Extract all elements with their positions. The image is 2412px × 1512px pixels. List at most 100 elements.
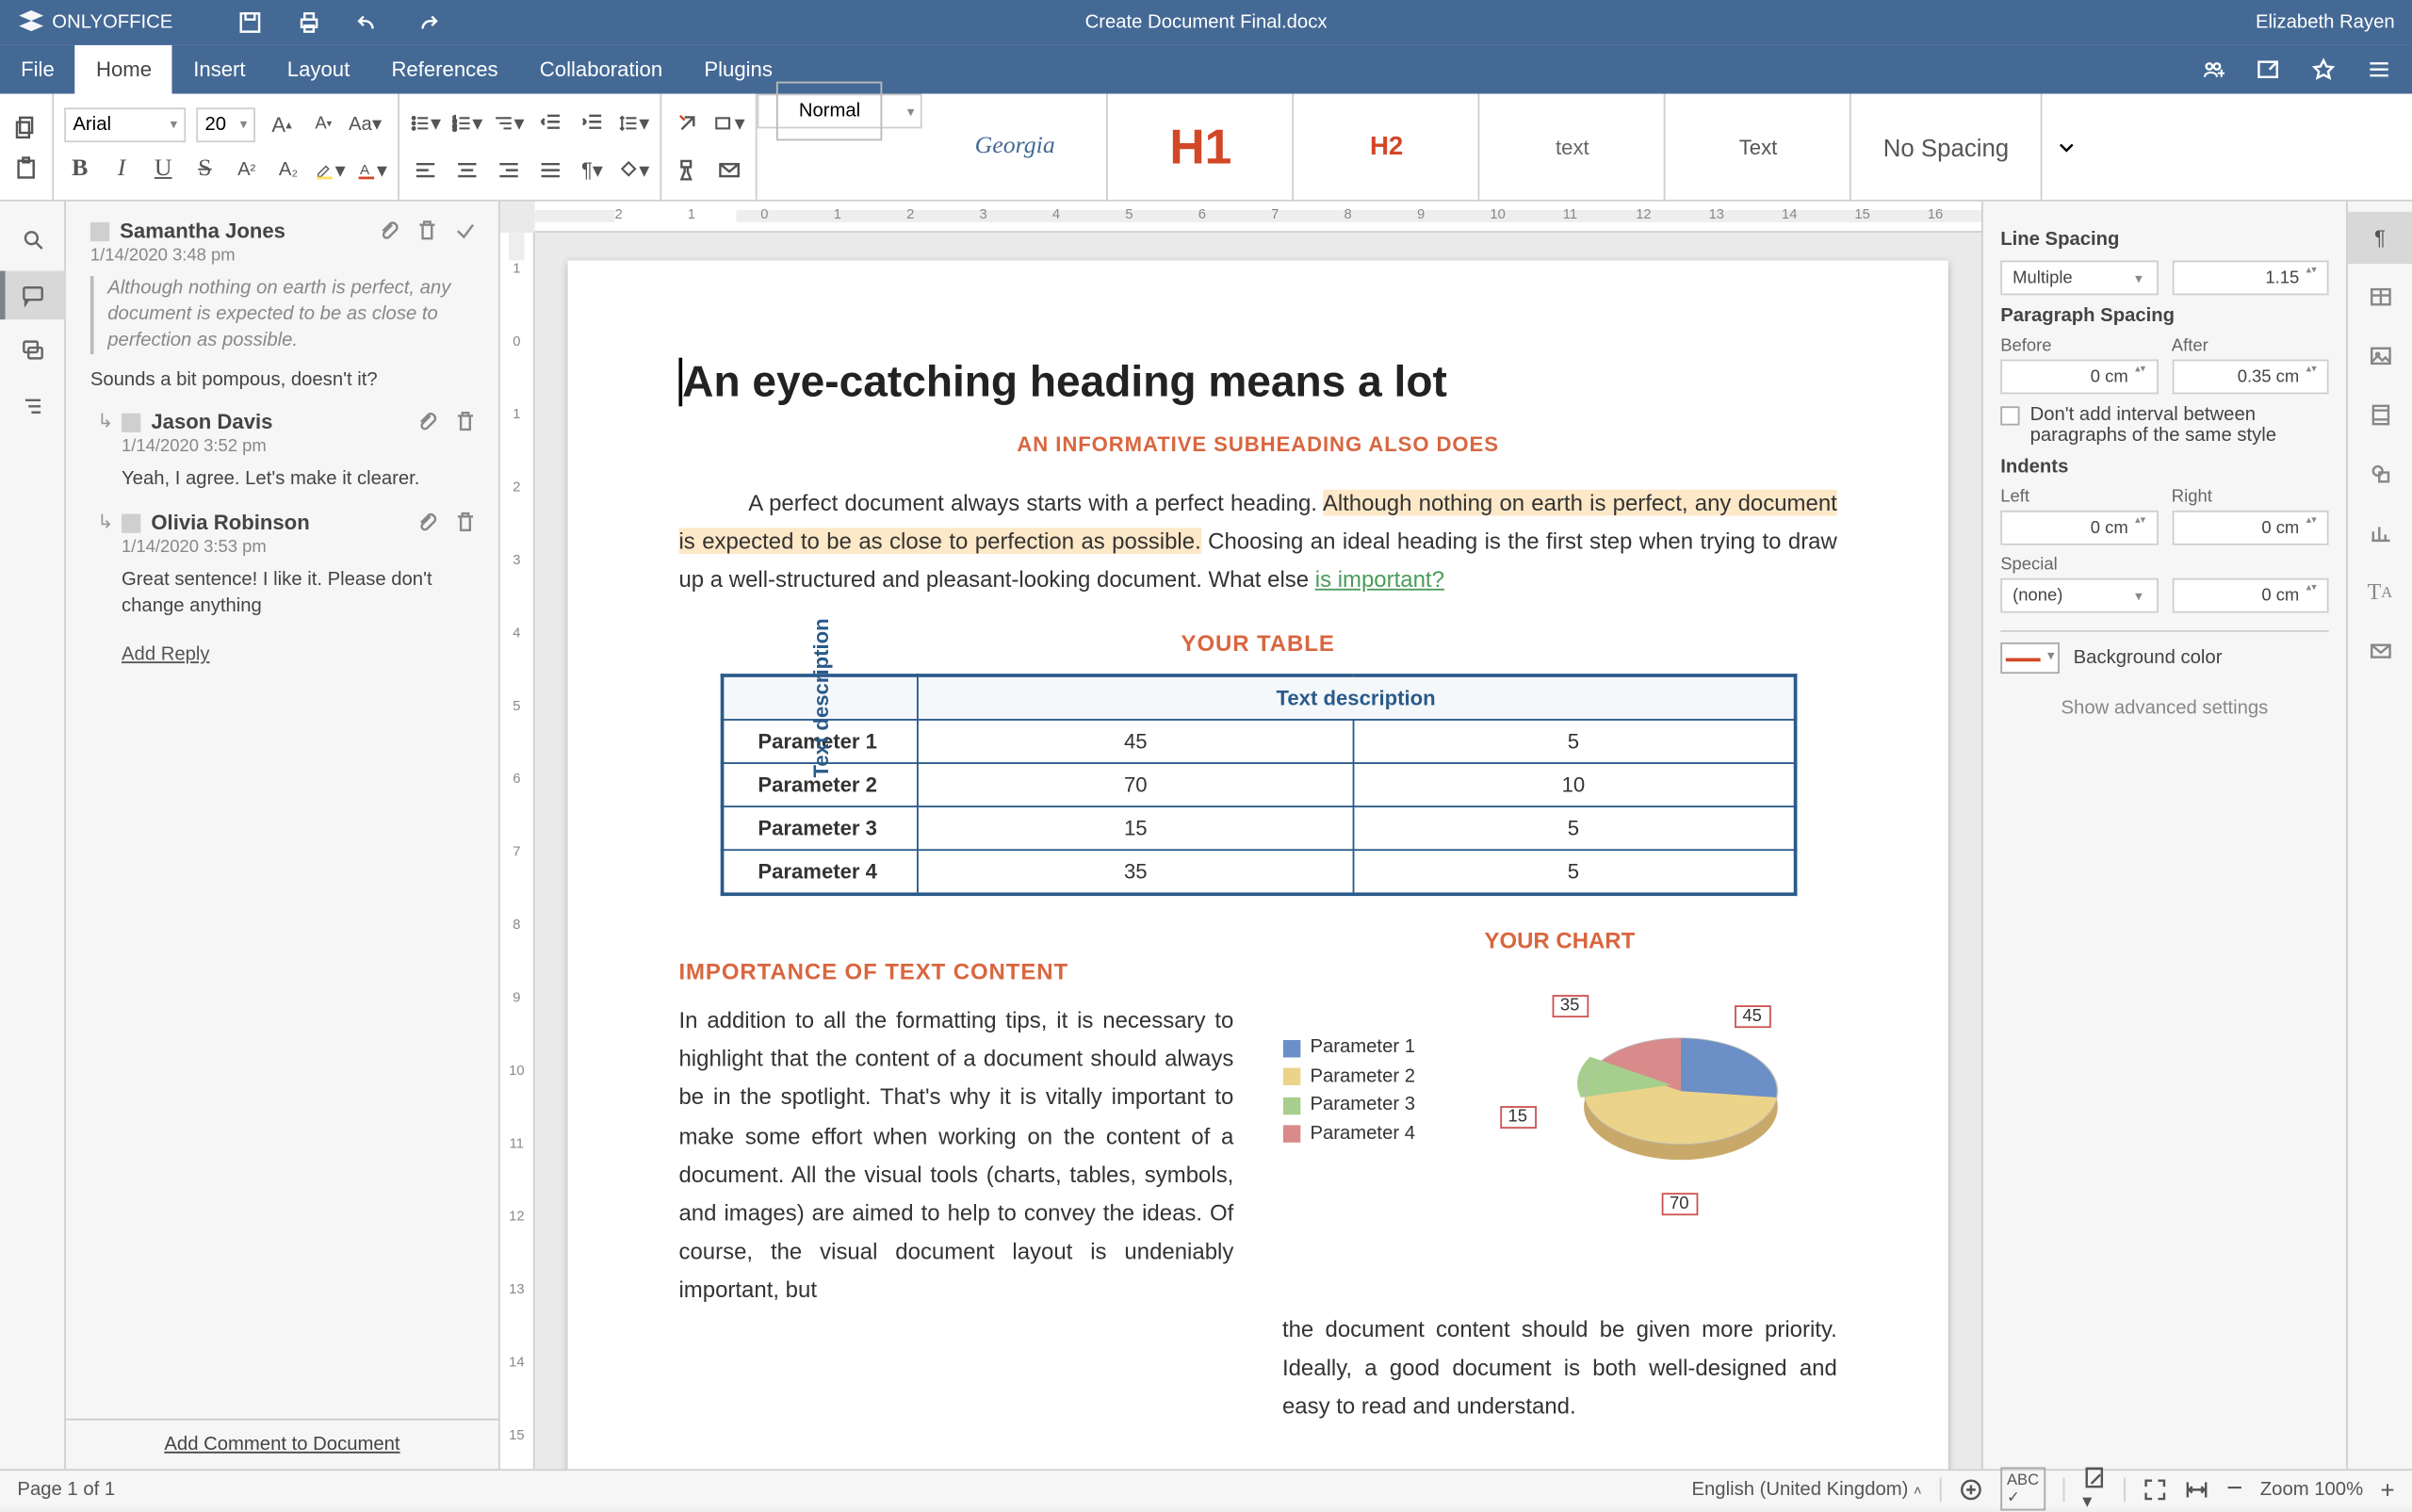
page-scroll-area[interactable]: An eye-catching heading means a lot AN I…: [535, 233, 1981, 1469]
special-mode[interactable]: (none): [2000, 578, 2158, 613]
clear-style-icon[interactable]: [672, 108, 703, 139]
style-nospacing[interactable]: No Spacing: [1852, 94, 2043, 200]
table-row[interactable]: Parameter 3155: [722, 807, 1795, 851]
align-justify-button[interactable]: [535, 154, 566, 186]
track-changes-icon[interactable]: ABC✓: [2000, 1467, 2046, 1510]
textart-settings-icon[interactable]: TA: [2347, 566, 2412, 618]
font-name-select[interactable]: Arial: [64, 107, 186, 142]
underline-button[interactable]: U: [148, 154, 179, 186]
align-center-button[interactable]: [451, 154, 482, 186]
tab-home[interactable]: Home: [75, 45, 172, 94]
table-row[interactable]: Parameter 1455: [722, 720, 1795, 763]
vertical-ruler[interactable]: 101234567891011121314151617: [500, 233, 535, 1469]
style-text[interactable]: Text: [1666, 94, 1851, 200]
resolve-icon[interactable]: [453, 219, 478, 243]
zoom-level[interactable]: Zoom 100%: [2260, 1478, 2363, 1499]
doc-paragraph-2[interactable]: In addition to all the formatting tips, …: [679, 1002, 1234, 1309]
add-comment-link[interactable]: Add Comment to Document: [164, 1434, 399, 1455]
attach-icon[interactable]: [377, 219, 401, 243]
zoom-in-icon[interactable]: +: [2381, 1475, 2395, 1503]
chart-pie[interactable]: Parameter 1 Parameter 2 Parameter 3 Para…: [1282, 964, 1837, 1311]
line-spacing-mode[interactable]: Multiple: [2000, 260, 2158, 295]
paste-icon[interactable]: [10, 152, 41, 183]
table-row[interactable]: Parameter 4355: [722, 851, 1795, 895]
print-icon[interactable]: [298, 10, 322, 35]
increase-font-icon[interactable]: A▴: [266, 109, 297, 140]
advanced-settings-link[interactable]: Show advanced settings: [2000, 698, 2328, 719]
table-settings-icon[interactable]: [2347, 271, 2412, 323]
doc-heading-1[interactable]: An eye-catching heading means a lot: [679, 358, 1837, 408]
add-reply-link[interactable]: Add Reply: [122, 644, 210, 665]
copy-icon[interactable]: [10, 110, 41, 141]
doc-mode-icon[interactable]: ▾: [2082, 1466, 2107, 1512]
style-text-lower[interactable]: text: [1480, 94, 1666, 200]
delete-icon[interactable]: [453, 411, 478, 435]
mailmerge-icon[interactable]: [714, 154, 745, 186]
fit-page-icon[interactable]: [2143, 1477, 2168, 1502]
multilevel-button[interactable]: ▾: [493, 108, 524, 139]
spellcheck-icon[interactable]: [1958, 1477, 1982, 1502]
header-footer-icon[interactable]: [2347, 389, 2412, 441]
language-indicator[interactable]: English (United Kingdom) ˄: [1691, 1478, 1921, 1499]
tab-collaboration[interactable]: Collaboration: [519, 45, 684, 94]
doc-subheading[interactable]: AN INFORMATIVE SUBHEADING ALSO DOES: [679, 432, 1837, 457]
delete-icon[interactable]: [453, 511, 478, 535]
font-color-button[interactable]: A▾: [356, 154, 387, 186]
line-spacing-button[interactable]: ▾: [618, 108, 649, 139]
redo-icon[interactable]: [416, 10, 440, 35]
favorite-icon[interactable]: [2311, 57, 2336, 82]
line-spacing-value[interactable]: 1.15▴▾: [2172, 260, 2329, 295]
doc-link[interactable]: is important?: [1315, 566, 1444, 593]
menu-icon[interactable]: [2367, 57, 2391, 82]
doc-table[interactable]: Text descriptionText description Paramet…: [720, 675, 1797, 897]
decrease-font-icon[interactable]: A▾: [308, 109, 339, 140]
style-normal[interactable]: Normal: [758, 94, 923, 129]
insert-shape-icon[interactable]: ▾: [714, 108, 745, 139]
chat-icon[interactable]: [0, 327, 65, 376]
page-indicator[interactable]: Page 1 of 1: [17, 1478, 115, 1499]
font-size-select[interactable]: 20: [196, 107, 255, 142]
attach-icon[interactable]: [416, 411, 440, 435]
zoom-out-icon[interactable]: −: [2226, 1473, 2242, 1504]
mailmerge-settings-icon[interactable]: [2347, 626, 2412, 677]
nonprinting-button[interactable]: ¶▾: [577, 154, 608, 186]
style-heading1[interactable]: H1: [1109, 94, 1295, 200]
attach-icon[interactable]: [416, 511, 440, 535]
save-icon[interactable]: [238, 10, 263, 35]
horizontal-ruler[interactable]: 2101234567891011121314151617: [535, 202, 1981, 233]
superscript-button[interactable]: A²: [231, 154, 262, 186]
indent-left[interactable]: 0 cm▴▾: [2000, 511, 2158, 545]
section-title-2[interactable]: IMPORTANCE OF TEXT CONTENT: [679, 959, 1234, 985]
copy-style-icon[interactable]: [672, 154, 703, 186]
decrease-indent-button[interactable]: [535, 108, 566, 139]
numbering-button[interactable]: 123▾: [451, 108, 482, 139]
table-row[interactable]: Parameter 27010: [722, 764, 1795, 807]
chart-settings-icon[interactable]: [2347, 507, 2412, 559]
subscript-button[interactable]: A₂: [272, 154, 303, 186]
navigation-icon[interactable]: [0, 382, 65, 431]
document-page[interactable]: An eye-catching heading means a lot AN I…: [568, 260, 1948, 1469]
style-heading2[interactable]: H2: [1295, 94, 1480, 200]
strikethrough-button[interactable]: S: [189, 154, 220, 186]
align-left-button[interactable]: [410, 154, 441, 186]
indent-right[interactable]: 0 cm▴▾: [2172, 511, 2329, 545]
image-settings-icon[interactable]: [2347, 330, 2412, 382]
special-value[interactable]: 0 cm▴▾: [2172, 578, 2329, 613]
fit-width-icon[interactable]: [2185, 1477, 2209, 1502]
spacing-after[interactable]: 0.35 cm▴▾: [2172, 360, 2329, 395]
tab-insert[interactable]: Insert: [172, 45, 267, 94]
increase-indent-button[interactable]: [577, 108, 608, 139]
change-case-icon[interactable]: Aa▾: [350, 109, 381, 140]
tab-layout[interactable]: Layout: [267, 45, 371, 94]
align-right-button[interactable]: [493, 154, 524, 186]
share-icon[interactable]: [2200, 57, 2225, 82]
spacing-before[interactable]: 0 cm▴▾: [2000, 360, 2158, 395]
table-section-title[interactable]: YOUR TABLE: [679, 631, 1837, 658]
styles-expand-button[interactable]: [2042, 94, 2091, 200]
chart-title[interactable]: YOUR CHART: [1282, 928, 1837, 954]
paragraph-settings-icon[interactable]: ¶: [2347, 212, 2412, 264]
highlight-color-button[interactable]: ▾: [315, 154, 346, 186]
doc-paragraph-3[interactable]: the document content should be given mor…: [1282, 1311, 1837, 1426]
background-color-picker[interactable]: [2000, 642, 2060, 674]
italic-button[interactable]: I: [106, 154, 137, 186]
